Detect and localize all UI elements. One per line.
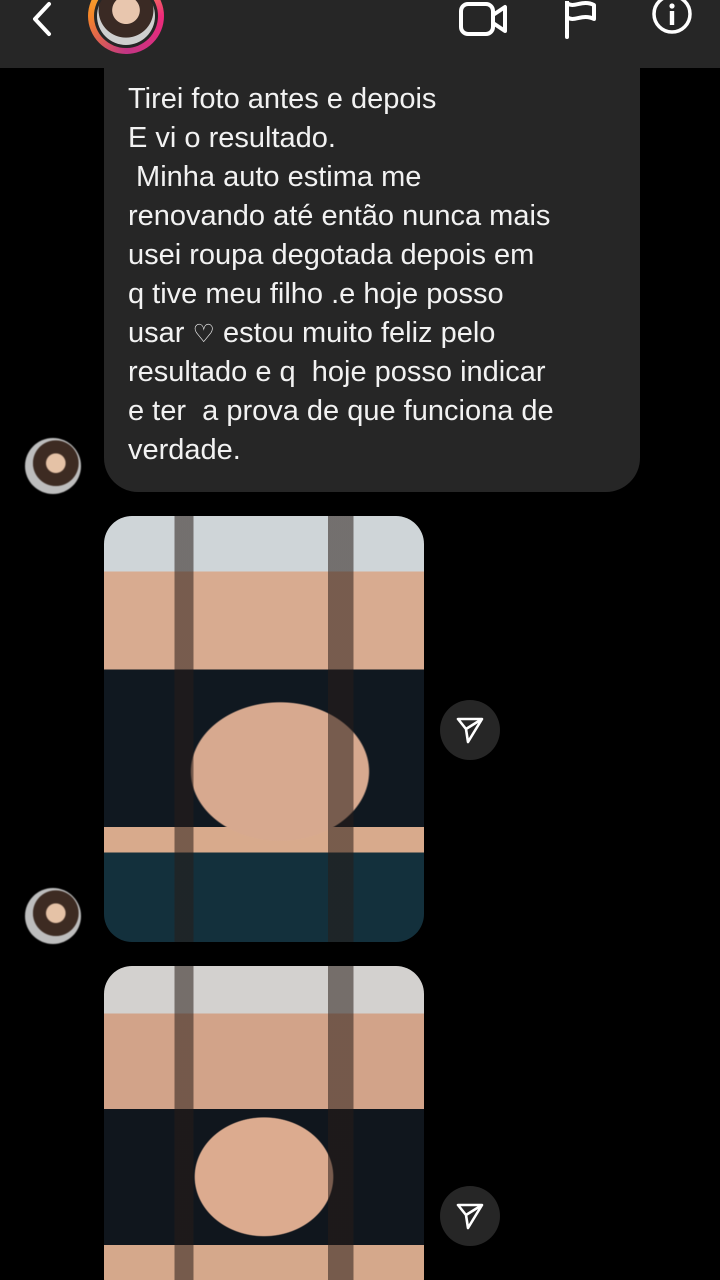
chat-screen: Tirei foto antes e depois E vi o resulta…	[0, 0, 720, 1280]
info-icon	[652, 0, 692, 34]
photo-message-after[interactable]	[104, 966, 424, 1280]
share-button[interactable]	[440, 1186, 500, 1246]
message-line: Tirei foto antes e depois	[128, 83, 437, 115]
send-icon	[456, 717, 484, 744]
photo-message-before[interactable]	[104, 516, 424, 942]
sender-avatar[interactable]	[25, 438, 81, 494]
message-line: resultado e q hoje posso indicar	[128, 356, 546, 388]
message-line: usar ♡ estou muito feliz pelo	[128, 314, 620, 353]
message-line: q tive meu filho .e hoje posso	[128, 278, 504, 310]
sender-avatar[interactable]	[25, 888, 81, 944]
heart-icon: ♡	[192, 319, 215, 348]
contact-avatar[interactable]	[88, 0, 164, 54]
info-button[interactable]	[648, 0, 696, 40]
video-call-icon	[459, 2, 507, 36]
message-line: E vi o resultado.	[128, 122, 336, 154]
message-line: renovando até então nunca mais	[128, 200, 551, 232]
message-line: Minha auto estima me	[128, 161, 422, 193]
message-text: estou muito feliz pelo	[222, 317, 496, 349]
back-button[interactable]	[20, 0, 64, 40]
flag-icon	[565, 1, 596, 39]
message-line: e ter a prova de que funciona de	[128, 395, 554, 427]
video-call-button[interactable]	[456, 0, 512, 40]
message-text: usar	[128, 317, 185, 349]
send-icon	[456, 1203, 484, 1230]
share-button[interactable]	[440, 700, 500, 760]
message-line: verdade.	[128, 434, 241, 466]
chevron-left-icon	[33, 2, 51, 36]
message-bubble[interactable]: Tirei foto antes e depois E vi o resulta…	[104, 40, 640, 492]
chat-header	[0, 0, 720, 68]
message-line: usei roupa degotada depois em	[128, 239, 535, 271]
report-button[interactable]	[556, 0, 604, 40]
